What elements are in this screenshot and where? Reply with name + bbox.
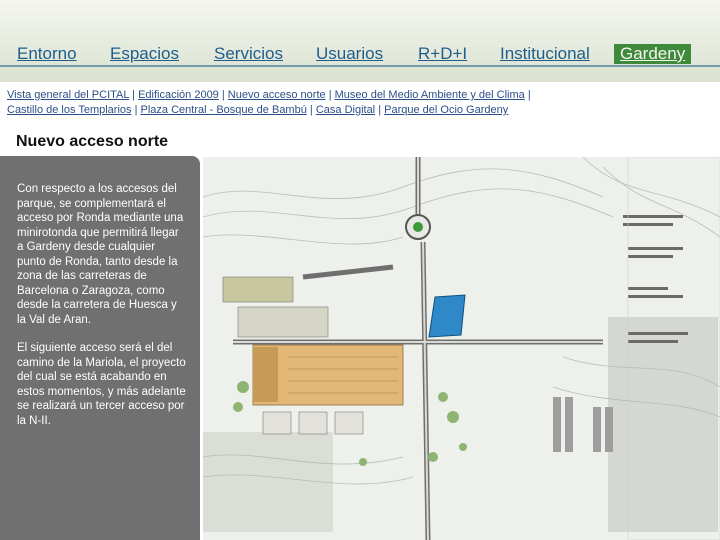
- link-museo-medio-ambiente[interactable]: Museo del Medio Ambiente y del Clima: [335, 89, 525, 101]
- link-plaza-central[interactable]: Plaza Central - Bosque de Bambú: [141, 104, 307, 116]
- paragraph-2: El siguiente acceso será el del camino d…: [17, 342, 186, 427]
- separator: |: [132, 89, 136, 101]
- nav-servicios[interactable]: Servicios: [214, 44, 283, 64]
- link-vista-general[interactable]: Vista general del PCITAL: [7, 89, 129, 101]
- separator: |: [221, 89, 225, 101]
- link-parque-ocio[interactable]: Parque del Ocio Gardeny: [384, 104, 508, 116]
- nav-usuarios[interactable]: Usuarios: [316, 44, 383, 64]
- separator: |: [527, 89, 531, 101]
- paragraph-1: Con respecto a los accesos del parque, s…: [17, 183, 184, 326]
- nav-divider: [0, 65, 720, 67]
- nav-institucional[interactable]: Institucional: [500, 44, 590, 64]
- sub-nav-row-1: Vista general del PCITAL | Edificación 2…: [7, 88, 717, 103]
- page-title: Nuevo acceso norte: [16, 133, 169, 150]
- link-casa-digital[interactable]: Casa Digital: [316, 104, 375, 116]
- nav-gardeny[interactable]: Gardeny: [614, 44, 692, 64]
- nav-rdi[interactable]: R+D+I: [418, 44, 467, 64]
- link-castillo-templarios[interactable]: Castillo de los Templarios: [7, 104, 132, 116]
- separator: |: [134, 104, 138, 116]
- separator: |: [328, 89, 332, 101]
- separator: |: [309, 104, 313, 116]
- link-nuevo-acceso-norte[interactable]: Nuevo acceso norte: [228, 89, 326, 101]
- site-plan-image: [203, 157, 720, 540]
- nav-espacios[interactable]: Espacios: [110, 44, 179, 64]
- separator: |: [378, 104, 382, 116]
- link-edificacion-2009[interactable]: Edificación 2009: [138, 89, 219, 101]
- sub-nav-row-2: Castillo de los Templarios | Plaza Centr…: [7, 103, 717, 118]
- header-bar: [0, 0, 720, 82]
- nav-entorno[interactable]: Entorno: [17, 44, 77, 64]
- sub-navigation: Vista general del PCITAL | Edificación 2…: [7, 88, 717, 118]
- description-text: Con respecto a los accesos del parque, s…: [17, 182, 187, 442]
- main-nav: Entorno Espacios Servicios Usuarios R+D+…: [0, 44, 720, 66]
